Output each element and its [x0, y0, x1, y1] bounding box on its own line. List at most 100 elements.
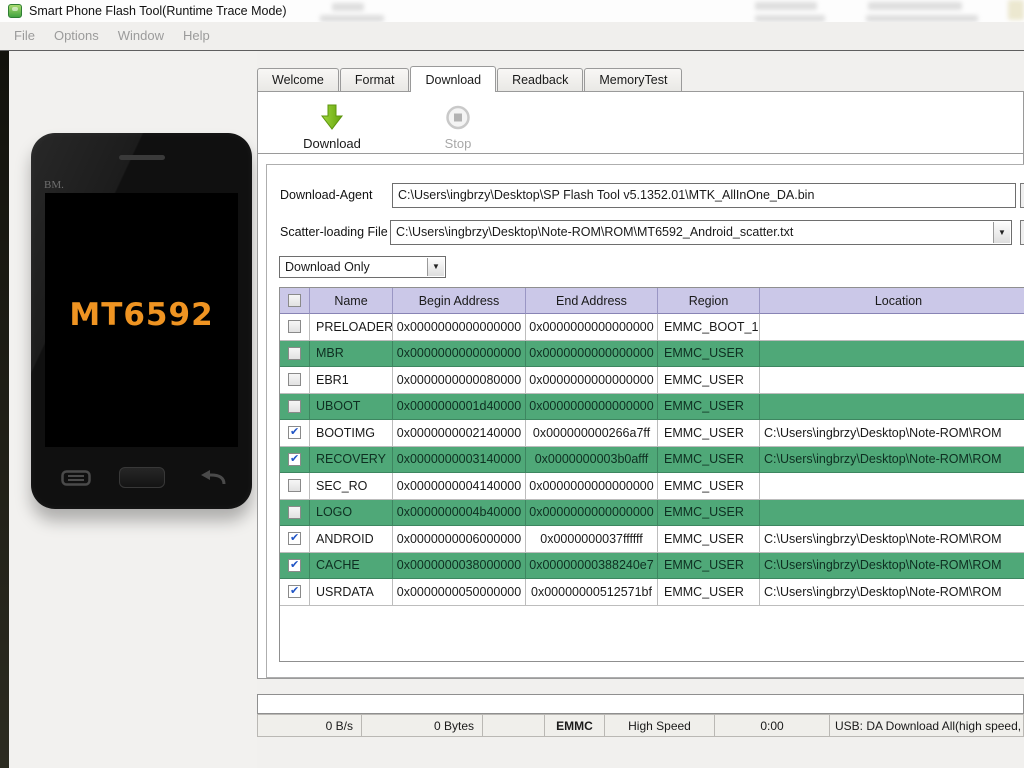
cell-location: C:\Users\ingbrzy\Desktop\Note-ROM\ROM [760, 447, 1024, 473]
checkbox-cell[interactable] [280, 314, 310, 341]
column-header-region: Region [658, 288, 760, 314]
phone-illustration: BM. MT6592 [31, 133, 252, 509]
checkbox-cell[interactable] [280, 473, 310, 500]
menu-item-file[interactable]: File [14, 22, 35, 50]
cell-begin-address: 0x0000000002140000 [393, 420, 526, 447]
cell-location [760, 473, 1024, 500]
usrdata-checkbox[interactable] [288, 584, 301, 599]
scatter-file-label: Scatter-loading File [280, 225, 388, 239]
background-window-artifact [866, 15, 978, 22]
cell-end-address: 0x00000000388240e7 [526, 552, 658, 579]
tab-format[interactable]: Format [339, 68, 410, 91]
bootimg-checkbox[interactable] [288, 425, 301, 440]
cell-region: EMMC_BOOT_1 [658, 314, 760, 341]
device-panel: BM. MT6592 [9, 51, 257, 768]
logo-checkbox[interactable] [288, 505, 301, 519]
column-header-location: Location [760, 288, 1024, 314]
partition-row-android[interactable]: ANDROID0x00000000060000000x0000000037fff… [280, 526, 1024, 553]
checkbox-cell[interactable] [280, 420, 310, 447]
download-agent-browse-button[interactable] [1020, 183, 1024, 208]
cell-name: LOGO [310, 499, 393, 526]
preloader-checkbox[interactable] [288, 320, 301, 334]
mode-dropdown-arrow[interactable]: ▼ [427, 258, 444, 276]
download-agent-input[interactable]: C:\Users\ingbrzy\Desktop\SP Flash Tool v… [392, 183, 1016, 208]
partition-row-cache[interactable]: CACHE0x00000000380000000x00000000388240e… [280, 552, 1024, 579]
partition-row-usrdata[interactable]: USRDATA0x00000000500000000x0000000051257… [280, 579, 1024, 606]
ebr1-checkbox[interactable] [288, 373, 301, 387]
partition-row-uboot[interactable]: UBOOT 0x0000000001d40000 0x000000000000000… [280, 393, 1024, 420]
cell-location [760, 341, 1024, 367]
background-window-artifact [755, 15, 825, 22]
scatter-browse-button[interactable] [1020, 220, 1024, 245]
cell-name: BOOTIMG [310, 420, 393, 447]
cell-region: EMMC_USER [658, 473, 760, 500]
menu-item-window[interactable]: Window [118, 22, 164, 50]
phone-menu-icon [61, 470, 91, 489]
tab-readback[interactable]: Readback [497, 68, 584, 91]
mbr-checkbox[interactable] [288, 346, 301, 360]
cell-region: EMMC_USER [658, 420, 760, 447]
download-mode-value: Download Only [285, 260, 370, 274]
phone-back-icon [198, 470, 226, 489]
tab-download[interactable]: Download [410, 66, 497, 92]
scatter-file-combobox[interactable]: C:\Users\ingbrzy\Desktop\Note-ROM\ROM\MT… [390, 220, 1012, 245]
download-button[interactable]: Download [284, 102, 380, 151]
cell-begin-address: 0x0000000000000000 [393, 340, 526, 367]
cell-end-address: 0x0000000000000000 [526, 499, 658, 526]
sec_ro-checkbox[interactable] [288, 479, 301, 493]
uboot-checkbox[interactable] [288, 399, 301, 413]
cell-end-address: 0x000000000266a7ff [526, 420, 658, 447]
cache-checkbox[interactable] [288, 558, 301, 572]
stop-icon [410, 102, 506, 132]
checkbox-cell[interactable] [280, 579, 310, 606]
sp-flash-tool-window: { "window": { "title": "Smart Phone Flas… [0, 0, 1024, 768]
download-button-label: Download [303, 136, 361, 151]
recovery-checkbox[interactable] [288, 452, 301, 466]
checkbox-cell[interactable] [280, 526, 310, 553]
partition-row-bootimg[interactable]: BOOTIMG0x00000000021400000x000000000266a… [280, 420, 1024, 447]
background-window-artifact [868, 2, 962, 10]
partition-row-sec_ro[interactable]: SEC_RO 0x0000000004140000 0x00000000000000… [280, 473, 1024, 500]
cell-begin-address: 0x0000000038000000 [393, 552, 526, 579]
cell-begin-address: 0x0000000006000000 [393, 526, 526, 553]
cell-location [760, 367, 1024, 394]
checkbox-cell[interactable] [280, 552, 310, 579]
cell-end-address: 0x00000000512571bf [526, 579, 658, 606]
menu-item-options[interactable]: Options [54, 22, 99, 50]
menu-item-help[interactable]: Help [183, 22, 210, 50]
partition-row-logo[interactable]: LOGO 0x0000000004b40000 0x0000000000000000… [280, 499, 1024, 526]
cell-region: EMMC_USER [658, 340, 760, 367]
menu-bar: File Options Window Help [0, 22, 1024, 51]
checkbox-cell[interactable] [280, 393, 310, 420]
partition-row-mbr[interactable]: MBR 0x0000000000000000 0x0000000000000000 E… [280, 340, 1024, 367]
phone-speaker [119, 155, 165, 160]
status-bar: 0 B/s 0 Bytes EMMC High Speed 0:00 USB: DA Do… [257, 714, 1024, 737]
cell-location [760, 500, 1024, 526]
partition-row-recovery[interactable]: RECOVERY0x00000000031400000x0000000003b0… [280, 446, 1024, 473]
background-window-artifact [1008, 0, 1024, 20]
android-checkbox[interactable] [288, 531, 301, 546]
cell-begin-address: 0x0000000000080000 [393, 367, 526, 394]
header-checkbox-cell[interactable] [280, 288, 310, 314]
partition-row-ebr1[interactable]: EBR1 0x0000000000080000 0x0000000000000000… [280, 367, 1024, 394]
status-empty [483, 714, 545, 737]
checkbox-cell[interactable] [280, 446, 310, 473]
cell-region: EMMC_USER [658, 499, 760, 526]
stop-button[interactable]: Stop [410, 102, 506, 151]
status-usb-mode: USB: DA Download All(high speed, [830, 714, 1024, 737]
cell-location: C:\Users\ingbrzy\Desktop\Note-ROM\ROM [760, 420, 1024, 447]
scatter-dropdown-arrow[interactable]: ▼ [993, 222, 1010, 243]
partition-row-preloader[interactable]: PRELOADER 0x0000000000000000 0x00000000000… [280, 314, 1024, 341]
column-header-begin-address: Begin Address [393, 288, 526, 314]
download-agent-label: Download-Agent [280, 188, 373, 202]
select-all-checkbox[interactable] [288, 294, 301, 307]
checkbox-cell[interactable] [280, 499, 310, 526]
table-header-row: Name Begin Address End Address Region Locati… [280, 288, 1024, 314]
checkbox-cell[interactable] [280, 340, 310, 367]
checkbox-cell[interactable] [280, 367, 310, 394]
tab-memorytest[interactable]: MemoryTest [584, 68, 683, 91]
download-mode-select[interactable]: Download Only ▼ [279, 256, 446, 278]
cell-begin-address: 0x0000000050000000 [393, 579, 526, 606]
scatter-file-value: C:\Users\ingbrzy\Desktop\Note-ROM\ROM\MT… [396, 225, 794, 239]
tab-welcome[interactable]: Welcome [257, 68, 339, 91]
